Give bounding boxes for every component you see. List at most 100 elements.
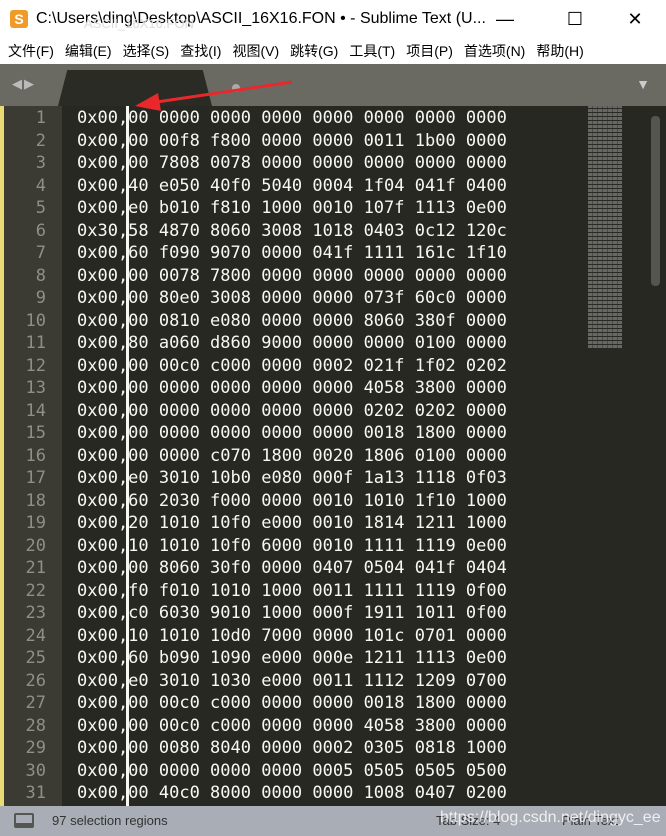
- line-text[interactable]: 0x00,00 0000 0000 0000 0000 0202 0202 00…: [77, 400, 507, 422]
- line-text[interactable]: 0x00,00 00c0 c000 0000 0000 4058 3800 00…: [77, 715, 507, 737]
- line-text[interactable]: 0x00,80 a060 d860 9000 0000 0000 0100 00…: [77, 332, 507, 354]
- line-number: 11: [25, 333, 46, 353]
- line-text[interactable]: 0x00,e0 3010 10b0 e080 000f 1a13 1118 0f…: [77, 467, 507, 489]
- menu-item-7[interactable]: 项目(P): [406, 41, 453, 61]
- line-text[interactable]: 0x00,f0 f010 1010 1000 0011 1111 1119 0f…: [77, 580, 507, 602]
- line-text[interactable]: 0x00,40 e050 40f0 5040 0004 1f04 041f 04…: [77, 175, 507, 197]
- code-line[interactable]: 17 0x00,e0 3010 10b0 e080 000f 1a13 1118 …: [0, 467, 580, 489]
- line-number: 18: [25, 490, 46, 511]
- code-line[interactable]: 20 0x00,10 1010 10f0 6000 0010 1111 1119 …: [0, 535, 580, 557]
- code-line[interactable]: 14 0x00,00 0000 0000 0000 0000 0202 0202 …: [0, 400, 580, 422]
- code-line[interactable]: 31 0x00,00 40c0 8000 0000 0000 1008 0407 …: [0, 782, 580, 804]
- line-text[interactable]: 0x00,00 00f8 f800 0000 0000 0011 1b00 00…: [77, 130, 507, 152]
- code-line[interactable]: 26 0x00,e0 3010 1030 e000 0011 1112 1209 …: [0, 670, 580, 692]
- line-number: 1: [35, 108, 46, 128]
- line-text[interactable]: 0x00,10 1010 10f0 6000 0010 1111 1119 0e…: [77, 535, 507, 557]
- line-text[interactable]: 0x00,00 0078 7800 0000 0000 0000 0000 00…: [77, 265, 507, 287]
- line-text[interactable]: 0x00,00 00c0 c000 0000 0000 0018 1800 00…: [77, 692, 507, 714]
- code-line[interactable]: 15 0x00,00 0000 0000 0000 0000 0018 1800 …: [0, 422, 580, 444]
- code-line[interactable]: 2 0x00,00 00f8 f800 0000 0000 0011 1b00 0…: [0, 130, 580, 152]
- line-number: 4: [35, 175, 46, 196]
- line-text[interactable]: 0x00,00 8060 30f0 0000 0407 0504 041f 04…: [77, 557, 507, 579]
- line-text[interactable]: 0x00,00 0000 c070 1800 0020 1806 0100 00…: [77, 445, 507, 467]
- line-text[interactable]: 0x00,00 0000 0000 0000 0005 0505 0505 05…: [77, 760, 507, 782]
- code-line[interactable]: 12 0x00,00 00c0 c000 0000 0002 021f 1f02 …: [0, 355, 580, 377]
- line-number: 15: [25, 423, 46, 443]
- code-line[interactable]: 11 0x00,80 a060 d860 9000 0000 0000 0100 …: [0, 332, 580, 354]
- line-text[interactable]: 0x00,e0 b010 f810 1000 0010 107f 1113 0e…: [77, 197, 507, 219]
- menu-item-0[interactable]: 文件(F): [8, 41, 54, 61]
- code-line[interactable]: 21 0x00,00 8060 30f0 0000 0407 0504 041f …: [0, 557, 580, 579]
- line-number: 27: [25, 693, 46, 713]
- menu-item-6[interactable]: 工具(T): [349, 41, 395, 61]
- code-line[interactable]: 22 0x00,f0 f010 1010 1000 0011 1111 1119 …: [0, 580, 580, 602]
- line-number: 19: [25, 513, 46, 533]
- code-line[interactable]: 3 0x00,00 7808 0078 0000 0000 0000 0000 0…: [0, 152, 580, 174]
- line-text[interactable]: 0x00,e0 3010 1030 e000 0011 1112 1209 07…: [77, 670, 507, 692]
- code-line[interactable]: 8 0x00,00 0078 7800 0000 0000 0000 0000 0…: [0, 265, 580, 287]
- code-line[interactable]: 28 0x00,00 00c0 c000 0000 0000 4058 3800 …: [0, 715, 580, 737]
- code-line[interactable]: 30 0x00,00 0000 0000 0000 0005 0505 0505 …: [0, 760, 580, 782]
- line-text[interactable]: 0x00,20 1010 10f0 e000 0010 1814 1211 10…: [77, 512, 507, 534]
- line-text[interactable]: 0x00,00 40c0 8000 0000 0000 1008 0407 02…: [77, 782, 507, 804]
- scrollbar[interactable]: [651, 116, 660, 286]
- tab-ascii-fon[interactable]: [58, 70, 212, 106]
- minimize-button[interactable]: —: [482, 0, 528, 38]
- code-line[interactable]: 4 0x00,40 e050 40f0 5040 0004 1f04 041f 0…: [0, 175, 580, 197]
- line-number: 20: [25, 535, 46, 556]
- menu-item-1[interactable]: 编辑(E): [65, 41, 112, 61]
- maximize-button[interactable]: ☐: [552, 0, 598, 38]
- code-line[interactable]: 27 0x00,00 00c0 c000 0000 0000 0018 1800 …: [0, 692, 580, 714]
- code-line[interactable]: 24 0x00,10 1010 10d0 7000 0000 101c 0701 …: [0, 625, 580, 647]
- line-text[interactable]: 0x30,58 4870 8060 3008 1018 0403 0c12 12…: [77, 220, 507, 242]
- code-line[interactable]: 7 0x00,60 f090 9070 0000 041f 1111 161c 1…: [0, 242, 580, 264]
- line-number: 21: [25, 558, 46, 578]
- line-text[interactable]: 0x00,60 b090 1090 e000 000e 1211 1113 0e…: [77, 647, 507, 669]
- line-text[interactable]: 0x00,00 7808 0078 0000 0000 0000 0000 00…: [77, 152, 507, 174]
- line-number: 22: [25, 580, 46, 601]
- line-text[interactable]: 0x00,00 0000 0000 0000 0000 0000 0000 00…: [77, 107, 507, 129]
- line-text[interactable]: 0x00,00 0810 e080 0000 0000 8060 380f 00…: [77, 310, 507, 332]
- code-line[interactable]: 6 0x30,58 4870 8060 3008 1018 0403 0c12 1…: [0, 220, 580, 242]
- tab-dropdown-icon[interactable]: ▼: [636, 76, 650, 92]
- line-text[interactable]: 0x00,00 0080 8040 0000 0002 0305 0818 10…: [77, 737, 507, 759]
- editor[interactable]: 1 0x00,00 0000 0000 0000 0000 0000 0000 0…: [0, 106, 666, 806]
- menu-item-4[interactable]: 视图(V): [232, 41, 279, 61]
- line-text[interactable]: 0x00,60 f090 9070 0000 041f 1111 161c 1f…: [77, 242, 507, 264]
- line-number: 8: [35, 265, 46, 286]
- code-line[interactable]: 5 0x00,e0 b010 f810 1000 0010 107f 1113 0…: [0, 197, 580, 219]
- code-line[interactable]: 16 0x00,00 0000 c070 1800 0020 1806 0100 …: [0, 445, 580, 467]
- tab-label: ASCII_16X16.FON: [84, 16, 194, 31]
- code-line[interactable]: 25 0x00,60 b090 1090 e000 000e 1211 1113 …: [0, 647, 580, 669]
- tab-nav-arrows-icon[interactable]: ◀▶: [12, 76, 36, 92]
- line-text[interactable]: 0x00,00 80e0 3008 0000 0000 073f 60c0 00…: [77, 287, 507, 309]
- panel-toggle-icon[interactable]: [14, 813, 34, 828]
- menu-item-8[interactable]: 首选项(N): [464, 41, 525, 61]
- menu-item-2[interactable]: 选择(S): [123, 41, 170, 61]
- line-text[interactable]: 0x00,00 00c0 c000 0000 0002 021f 1f02 02…: [77, 355, 507, 377]
- line-text[interactable]: 0x00,00 0000 0000 0000 0000 0018 1800 00…: [77, 422, 507, 444]
- line-text[interactable]: 0x00,60 2030 f000 0000 0010 1010 1f10 10…: [77, 490, 507, 512]
- menu-item-9[interactable]: 帮助(H): [536, 41, 583, 61]
- code-line[interactable]: 13 0x00,00 0000 0000 0000 0000 4058 3800 …: [0, 377, 580, 399]
- code-line[interactable]: 23 0x00,c0 6030 9010 1000 000f 1911 1011 …: [0, 602, 580, 624]
- menu-item-5[interactable]: 跳转(G): [290, 41, 338, 61]
- line-text[interactable]: 0x00,c0 6030 9010 1000 000f 1911 1011 0f…: [77, 602, 507, 624]
- code-line[interactable]: 29 0x00,00 0080 8040 0000 0002 0305 0818 …: [0, 737, 580, 759]
- code-line[interactable]: 10 0x00,00 0810 e080 0000 0000 8060 380f …: [0, 310, 580, 332]
- watermark: https://blog.csdn.net/dingyc_ee: [440, 809, 661, 826]
- unsaved-dot-icon[interactable]: [232, 84, 240, 92]
- line-number: 10: [25, 310, 46, 331]
- code-line[interactable]: 18 0x00,60 2030 f000 0000 0010 1010 1f10 …: [0, 490, 580, 512]
- code-line[interactable]: 9 0x00,00 80e0 3008 0000 0000 073f 60c0 0…: [0, 287, 580, 309]
- minimap[interactable]: [588, 106, 622, 348]
- menu-item-3[interactable]: 查找(I): [180, 41, 221, 61]
- close-button[interactable]: ✕: [612, 0, 658, 38]
- line-number: 9: [35, 288, 46, 308]
- line-number: 3: [35, 153, 46, 173]
- line-number: 5: [35, 198, 46, 218]
- code-line[interactable]: 1 0x00,00 0000 0000 0000 0000 0000 0000 0…: [0, 107, 580, 129]
- line-text[interactable]: 0x00,00 0000 0000 0000 0000 4058 3800 00…: [77, 377, 507, 399]
- code-line[interactable]: 19 0x00,20 1010 10f0 e000 0010 1814 1211 …: [0, 512, 580, 534]
- line-text[interactable]: 0x00,10 1010 10d0 7000 0000 101c 0701 00…: [77, 625, 507, 647]
